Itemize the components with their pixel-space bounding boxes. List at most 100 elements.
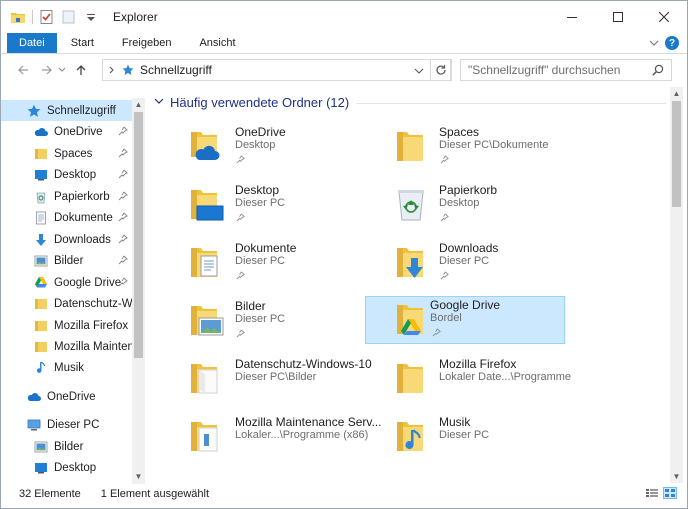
nav-item-downloads[interactable]: Downloads	[1, 229, 132, 250]
star-icon	[122, 64, 134, 75]
nav-item-onedrive-pinned[interactable]: OneDrive	[1, 121, 132, 142]
tile-name: Desktop	[235, 183, 280, 197]
address-path: Schnellzugriff	[140, 63, 212, 77]
tile-location: Desktop	[235, 139, 276, 151]
address-dropdown-icon[interactable]	[414, 67, 424, 75]
tile-location: Desktop	[439, 197, 480, 209]
nav-item-google-drive[interactable]: Google Drive	[1, 272, 132, 293]
maximize-button[interactable]	[595, 1, 641, 33]
tile-location: Bordel	[430, 312, 462, 324]
expand-ribbon-icon[interactable]	[649, 39, 659, 47]
forward-button[interactable]	[37, 60, 57, 80]
search-icon[interactable]	[651, 63, 665, 77]
tile-location: Dieser PC	[235, 255, 286, 267]
folder-tile-mozilla-maintenance[interactable]: Mozilla Maintenance Serv... Lokaler...\P…	[171, 413, 382, 461]
properties-icon[interactable]	[39, 9, 55, 25]
nav-item-musik[interactable]: Musik	[1, 357, 132, 378]
navigation-scrollbar[interactable]: ▲ ▼	[132, 98, 145, 484]
minimize-button[interactable]	[549, 1, 595, 33]
folder-tile-dokumente[interactable]: Dokumente Dieser PC	[171, 239, 371, 287]
nav-item-onedrive[interactable]: OneDrive	[1, 386, 132, 407]
folder-tile-datenschutz[interactable]: Datenschutz-Windows-10 Dieser PC\Bilder	[171, 355, 372, 403]
folder-tile-mozilla-firefox[interactable]: Mozilla Firefox Lokaler Date...\Programm…	[375, 355, 575, 403]
tile-name: Papierkorb	[439, 183, 498, 197]
pin-icon[interactable]	[118, 277, 128, 287]
scroll-up-icon[interactable]: ▲	[132, 98, 145, 110]
refresh-button[interactable]	[430, 59, 452, 81]
customize-toolbar-icon[interactable]	[83, 9, 99, 25]
pin-icon[interactable]	[118, 191, 128, 201]
nav-item-desktop[interactable]: Desktop	[1, 164, 132, 185]
nav-item-bilder[interactable]: Bilder	[1, 250, 132, 271]
up-button[interactable]	[71, 60, 91, 80]
selection-count: 1 Element ausgewählt	[100, 488, 209, 500]
minimize-icon	[567, 17, 577, 18]
nav-item-papierkorb[interactable]: Papierkorb	[1, 186, 132, 207]
folder-tile-desktop[interactable]: Desktop Dieser PC	[171, 181, 371, 229]
tiles-view-icon[interactable]	[663, 487, 677, 499]
pin-icon	[236, 271, 245, 280]
content-scrollbar[interactable]: ▲ ▼	[670, 87, 683, 483]
folder-tile-bilder[interactable]: Bilder Dieser PC	[171, 297, 371, 345]
folder-tile-spaces[interactable]: Spaces Dieser PC\Dokumente	[375, 123, 575, 171]
pin-icon[interactable]	[118, 169, 128, 179]
cloud-icon	[27, 390, 41, 404]
desktop-icon	[34, 461, 48, 475]
tile-location: Dieser PC	[439, 429, 490, 441]
scrollbar-thumb[interactable]	[672, 101, 681, 207]
chevron-down-icon	[58, 67, 66, 72]
music-folder-icon	[397, 422, 423, 451]
scrollbar-thumb[interactable]	[134, 112, 143, 358]
pin-icon	[236, 329, 245, 338]
nav-item-dokumente[interactable]: Dokumente	[1, 207, 132, 228]
item-count: 32 Elemente	[19, 488, 81, 500]
nav-item-spaces[interactable]: Spaces	[1, 143, 132, 164]
address-bar[interactable]: Schnellzugriff	[102, 59, 451, 81]
folder-app-icon[interactable]	[10, 9, 26, 25]
nav-item-pc-desktop[interactable]: Desktop	[1, 457, 132, 478]
nav-item-mozilla-maintenance[interactable]: Mozilla Mainten	[1, 336, 132, 357]
tab-start[interactable]: Start	[57, 33, 108, 53]
details-view-icon[interactable]	[645, 487, 659, 499]
refresh-icon	[436, 65, 446, 75]
back-button[interactable]	[13, 60, 33, 80]
scroll-down-icon[interactable]: ▼	[132, 470, 145, 482]
tab-freigeben[interactable]: Freigeben	[108, 33, 186, 53]
folder-tile-musik[interactable]: Musik Dieser PC	[375, 413, 575, 461]
tab-ansicht[interactable]: Ansicht	[185, 33, 249, 53]
nav-item-dieser-pc[interactable]: Dieser PC	[1, 414, 132, 435]
search-box[interactable]: "Schnellzugriff" durchsuchen	[460, 59, 672, 81]
nav-item-schnellzugriff[interactable]: Schnellzugriff	[1, 100, 132, 121]
nav-item-mozilla-firefox[interactable]: Mozilla Firefox	[1, 315, 132, 336]
close-button[interactable]	[641, 1, 687, 33]
pin-icon[interactable]	[118, 148, 128, 158]
picture-icon	[34, 440, 48, 454]
folder-tile-downloads[interactable]: Downloads Dieser PC	[375, 239, 575, 287]
pin-icon[interactable]	[118, 126, 128, 136]
folder-tile-google-drive[interactable]: Google Drive Bordel	[365, 296, 565, 344]
scroll-up-icon[interactable]: ▲	[670, 87, 683, 99]
pin-icon[interactable]	[118, 212, 128, 222]
toolbar-separator	[32, 10, 33, 24]
nav-item-pc-bilder[interactable]: Bilder	[1, 436, 132, 457]
group-header[interactable]: Häufig verwendete Ordner (12)	[154, 95, 349, 110]
group-title: Häufig verwendete Ordner (12)	[170, 95, 350, 110]
pin-icon[interactable]	[118, 255, 128, 265]
nav-item-label: Musik	[54, 361, 85, 374]
help-icon[interactable]: ?	[665, 36, 679, 50]
nav-item-datenschutz[interactable]: Datenschutz-Wir	[1, 293, 132, 314]
new-folder-icon[interactable]	[61, 9, 77, 25]
folder-icon	[34, 297, 48, 311]
explorer-window: Explorer Datei Start Freigeben Ansicht ?	[0, 0, 688, 509]
nav-item-label: Dieser PC	[47, 418, 100, 431]
nav-item-label: Schnellzugriff	[47, 104, 116, 117]
pin-icon[interactable]	[118, 234, 128, 244]
scroll-down-icon[interactable]: ▼	[670, 470, 683, 482]
tile-location: Dieser PC\Bilder	[235, 371, 317, 383]
recent-locations-button[interactable]	[57, 60, 67, 80]
folder-tile-papierkorb[interactable]: Papierkorb Desktop	[375, 181, 575, 229]
nav-item-label: Mozilla Mainten	[54, 340, 132, 353]
tab-datei[interactable]: Datei	[7, 33, 57, 53]
folder-tile-onedrive[interactable]: OneDrive Desktop	[171, 123, 371, 171]
navigation-bar: Schnellzugriff "Schnellzugriff" durchsuc…	[1, 55, 687, 85]
